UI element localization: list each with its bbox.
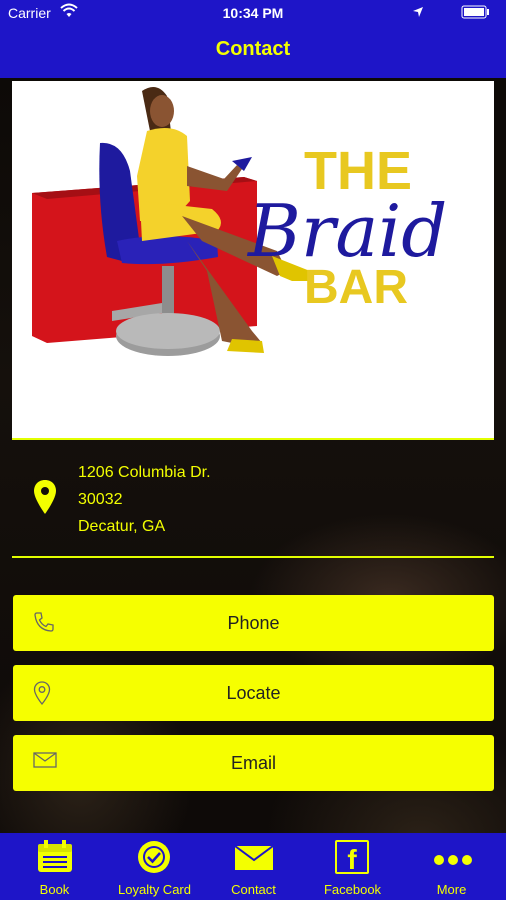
phone-button[interactable]: Phone (13, 595, 494, 651)
tab-loyalty-card-label: Loyalty Card (118, 882, 191, 897)
logo-word-bar: BAR (304, 261, 408, 314)
tab-bar: Book Loyalty Card Contact f Facebook Mor… (0, 833, 506, 900)
facebook-icon: f (335, 840, 369, 874)
logo-illustration: THE Braid BAR (32, 87, 447, 356)
badge-check-icon (138, 841, 170, 873)
address-block[interactable]: 1206 Columbia Dr. 30032 Decatur, GA (12, 452, 494, 552)
tab-contact[interactable]: Contact (203, 833, 304, 900)
email-label: Email (230, 753, 276, 773)
locate-label: Locate (226, 683, 281, 703)
address-text: 1206 Columbia Dr. 30032 Decatur, GA (78, 459, 211, 540)
locate-button[interactable]: Locate (13, 665, 494, 721)
top-bar: Carrier 10:34 PM Contact (0, 0, 506, 78)
battery-icon (461, 5, 489, 19)
tab-loyalty-card[interactable]: Loyalty Card (104, 833, 205, 900)
app-screen: Carrier 10:34 PM Contact THE Braid BAR 1… (0, 0, 506, 900)
tab-more[interactable]: More (401, 833, 502, 900)
address-street: 1206 Columbia Dr. (78, 464, 211, 481)
tab-book[interactable]: Book (4, 833, 105, 900)
tab-more-label: More (436, 882, 467, 897)
tab-contact-label: Contact (231, 882, 276, 897)
tab-facebook-label: Facebook (323, 882, 382, 897)
location-pin-icon (34, 480, 56, 514)
more-dots-icon (434, 855, 472, 865)
address-divider (12, 556, 494, 558)
logo-divider (12, 438, 494, 440)
envelope-icon (234, 845, 274, 870)
svg-text:f: f (347, 844, 357, 874)
business-logo: THE Braid BAR (12, 81, 494, 438)
address-city: Decatur, GA (78, 518, 166, 535)
phone-label: Phone (227, 613, 280, 633)
location-arrow-icon (413, 7, 423, 17)
calendar-icon (38, 840, 72, 872)
email-button[interactable]: Email (13, 735, 494, 791)
status-bar: Carrier 10:34 PM (0, 0, 506, 26)
clock: 10:34 PM (222, 5, 284, 21)
tab-book-label: Book (39, 882, 70, 897)
address-zip: 30032 (78, 491, 123, 508)
page-title: Contact (215, 38, 291, 60)
tab-facebook[interactable]: f Facebook (302, 833, 403, 900)
